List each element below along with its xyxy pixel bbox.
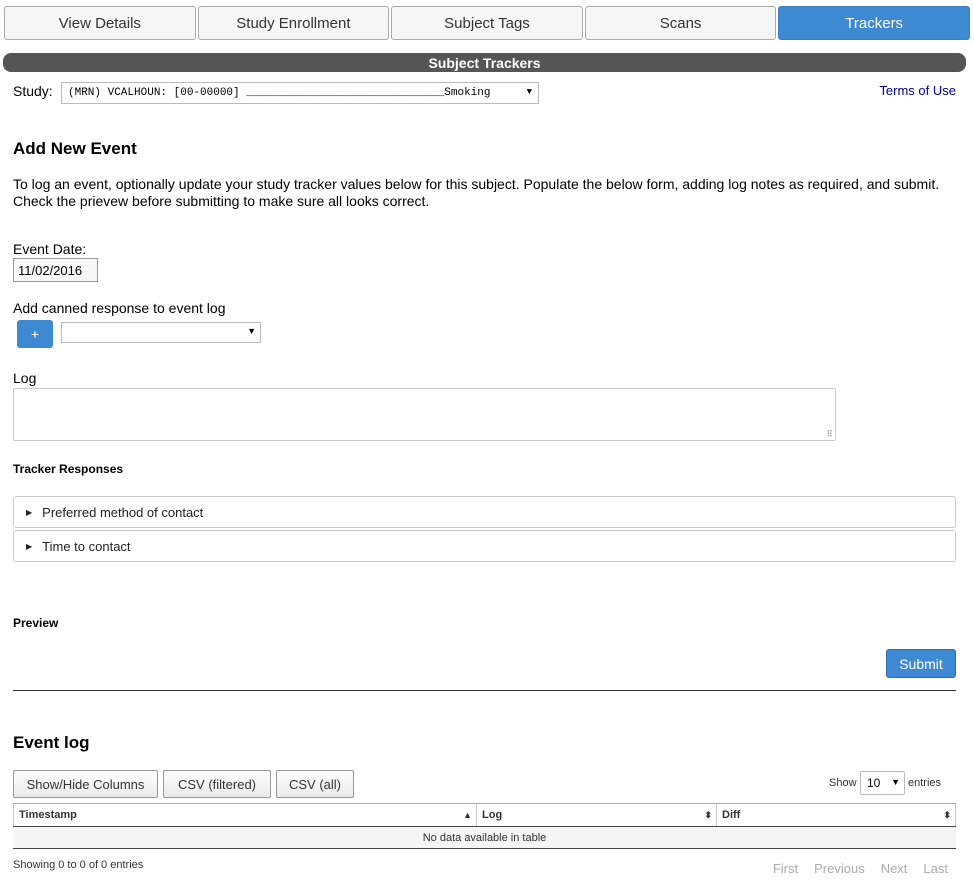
- csv-all-button[interactable]: CSV (all): [276, 770, 354, 798]
- sort-both-icon: ⬍: [943, 809, 951, 820]
- entries-label: entries: [908, 777, 942, 789]
- accordion-label: Time to contact: [42, 538, 131, 554]
- section-title-bar: Subject Trackers: [3, 53, 966, 72]
- event-log-heading: Event log: [13, 733, 90, 752]
- tab-bar: View Details Study Enrollment Subject Ta…: [4, 6, 970, 40]
- resize-grip-icon[interactable]: ⠿: [826, 429, 833, 440]
- chevron-down-icon: ▼: [891, 777, 900, 787]
- entries-length-value: 10: [867, 776, 881, 790]
- event-date-input[interactable]: 11/02/2016: [13, 258, 98, 282]
- chevron-down-icon: ▼: [247, 326, 256, 336]
- accordion-label: Preferred method of contact: [42, 504, 204, 520]
- add-canned-response-button[interactable]: +: [17, 320, 53, 348]
- show-hide-columns-button[interactable]: Show/Hide Columns: [13, 770, 158, 798]
- add-event-heading: Add New Event: [13, 139, 137, 158]
- sort-ascending-icon: ▲: [463, 810, 472, 820]
- column-header-diff[interactable]: Diff ⬍: [716, 804, 956, 826]
- table-empty-row: No data available in table: [13, 827, 956, 849]
- column-header-label: Timestamp: [19, 809, 77, 821]
- pagination: First Previous Next Last: [773, 861, 948, 876]
- table-header: Timestamp ▲ Log ⬍ Diff ⬍: [13, 803, 956, 827]
- canned-response-select[interactable]: ▼: [61, 322, 261, 343]
- canned-response-label: Add canned response to event log: [13, 300, 226, 316]
- sort-both-icon: ⬍: [704, 809, 712, 820]
- column-header-log[interactable]: Log ⬍: [476, 804, 716, 826]
- pager-first[interactable]: First: [773, 861, 798, 876]
- tab-subject-tags[interactable]: Subject Tags: [391, 6, 583, 40]
- log-label: Log: [13, 370, 37, 386]
- entries-length-select[interactable]: 10 ▼: [860, 771, 905, 795]
- tab-view-details[interactable]: View Details: [4, 6, 196, 40]
- pager-next[interactable]: Next: [881, 861, 908, 876]
- table-info: Showing 0 to 0 of 0 entries: [13, 859, 144, 871]
- tracker-responses-heading: Tracker Responses: [13, 462, 124, 476]
- divider: [13, 690, 956, 691]
- study-select[interactable]: (MRN) VCALHOUN: [00-00000] _____________…: [61, 82, 539, 104]
- preview-heading: Preview: [13, 616, 59, 630]
- chevron-down-icon: ▼: [526, 87, 532, 97]
- accordion-preferred-method-of-contact[interactable]: ▶ Preferred method of contact: [13, 496, 956, 528]
- column-header-label: Diff: [722, 809, 741, 821]
- submit-button[interactable]: Submit: [886, 649, 956, 678]
- log-textarea[interactable]: ⠿: [13, 388, 836, 441]
- caret-right-icon: ▶: [26, 541, 33, 551]
- tab-scans[interactable]: Scans: [584, 6, 777, 40]
- tab-study-enrollment[interactable]: Study Enrollment: [197, 6, 390, 40]
- tab-trackers[interactable]: Trackers: [778, 6, 970, 40]
- csv-filtered-button[interactable]: CSV (filtered): [163, 770, 271, 798]
- study-label: Study:: [13, 83, 53, 99]
- event-date-label: Event Date:: [13, 241, 87, 257]
- accordion-time-to-contact[interactable]: ▶ Time to contact: [13, 530, 956, 562]
- show-label: Show: [829, 777, 857, 789]
- intro-text: To log an event, optionally update your …: [13, 176, 940, 209]
- column-header-label: Log: [482, 809, 503, 821]
- pager-last[interactable]: Last: [923, 861, 948, 876]
- event-log-table: Timestamp ▲ Log ⬍ Diff ⬍ No data availab…: [13, 803, 956, 849]
- terms-of-use-link[interactable]: Terms of Use: [879, 83, 956, 98]
- pager-previous[interactable]: Previous: [814, 861, 865, 876]
- study-selected-value: (MRN) VCALHOUN: [00-00000] _____________…: [68, 87, 491, 99]
- column-header-timestamp[interactable]: Timestamp ▲: [13, 804, 476, 826]
- caret-right-icon: ▶: [26, 507, 33, 517]
